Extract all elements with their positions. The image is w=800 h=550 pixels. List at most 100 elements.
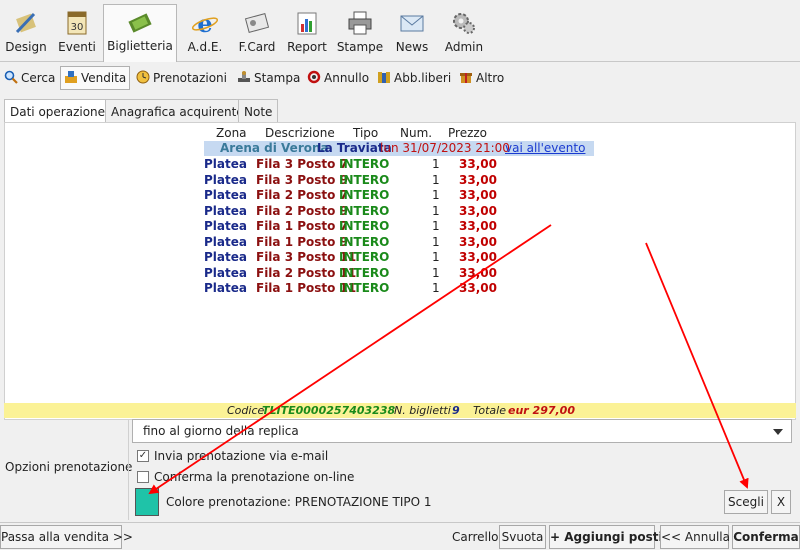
cell-descrizione: Fila 3 Posto 7 (256, 157, 348, 171)
table-row[interactable]: Platea Fila 1 Posto 11 INTERO 1 33,00 (5, 281, 605, 296)
cell-zona: Platea (204, 203, 247, 218)
hand-sale-icon (64, 69, 78, 83)
cell-tipo: INTERO (339, 172, 390, 187)
table-row[interactable]: Platea Fila 3 Posto 7 INTERO 1 33,00 (5, 157, 605, 172)
cell-zona: Platea (204, 188, 247, 202)
toolbar-admin-button[interactable]: Admin (442, 6, 486, 58)
magnifier-icon (4, 70, 18, 84)
operation-tabs: Dati operazione Anagrafica acquirente No… (0, 99, 800, 124)
clear-color-button[interactable]: X (771, 490, 791, 514)
altro-button[interactable]: Altro (459, 68, 504, 88)
email-checkbox-label: Invia prenotazione via e-mail (154, 449, 329, 463)
table-row[interactable]: Platea Fila 2 Posto 9 INTERO 1 33,00 (5, 204, 605, 219)
toolbar-report-button[interactable]: Report (286, 6, 328, 58)
cerca-button[interactable]: Cerca (4, 68, 55, 88)
passa-alla-vendita-button[interactable]: Passa alla vendita >> (0, 525, 133, 549)
column-header-prezzo: Prezzo (448, 126, 488, 140)
cell-descrizione: Fila 2 Posto 9 (256, 203, 348, 218)
event-link[interactable]: vai all'evento (505, 141, 585, 156)
codice-value: TLITE0000257403238 (262, 404, 396, 417)
internet-explorer-icon: e (191, 9, 219, 38)
toolbar-biglietteria-button[interactable]: Biglietteria (103, 4, 177, 62)
aggiungi-posti-button[interactable]: + Aggiungi posti (549, 525, 663, 549)
toolbar-fcard-button[interactable]: F.Card (236, 6, 278, 58)
tab-anagrafica-acquirente[interactable]: Anagrafica acquirente (105, 99, 250, 123)
cell-prezzo: 33,00 (459, 234, 497, 249)
abb-liberi-button[interactable]: Abb.liberi (377, 68, 451, 88)
table-row[interactable]: Platea Fila 1 Posto 7 INTERO 1 33,00 (5, 219, 605, 234)
summary-bar: Codice TLITE0000257403238 N. biglietti 9… (4, 403, 796, 418)
stamp-icon (237, 70, 251, 84)
event-datetime: lun 31/07/2023 21:00 (380, 141, 510, 155)
conferma-button[interactable]: Conferma (732, 525, 800, 549)
cell-tipo: INTERO (339, 234, 390, 249)
cell-descrizione: Fila 2 Posto 7 (256, 188, 348, 202)
column-header-tipo: Tipo (353, 126, 379, 140)
cell-num: 1 (432, 234, 440, 249)
cell-zona: Platea (204, 234, 247, 249)
toolbar-design-button[interactable]: Design (4, 6, 48, 58)
color-label: Colore prenotazione: PRENOTAZIONE TIPO 1 (166, 495, 432, 509)
table-row[interactable]: Platea Fila 2 Posto 7 INTERO 1 33,00 (5, 188, 605, 203)
booking-table: Zona Descrizione Tipo Num. Prezzo Arena … (4, 122, 796, 420)
cell-zona: Platea (204, 157, 247, 171)
cell-tipo: INTERO (339, 188, 390, 202)
cell-prezzo: 33,00 (459, 265, 497, 280)
cell-zona: Platea (204, 219, 247, 233)
toolbar-news-button[interactable]: News (392, 6, 432, 58)
pencil-ruler-icon (12, 10, 40, 36)
svuota-button[interactable]: Svuota (499, 525, 546, 549)
cell-num: 1 (432, 281, 440, 295)
online-checkbox[interactable] (137, 471, 149, 483)
scadenza-select[interactable]: fino al giorno della replica (132, 419, 792, 443)
cell-prezzo: 33,00 (459, 203, 497, 218)
cell-prezzo: 33,00 (459, 188, 497, 202)
toolbar-stampe-button[interactable]: Stampe (336, 6, 384, 58)
cell-descrizione: Fila 1 Posto 7 (256, 219, 348, 233)
sub-toolbar: Cerca Vendita Prenotazioni Stampa Annull… (0, 63, 800, 91)
annullo-button[interactable]: Annullo (307, 68, 369, 88)
table-row[interactable]: Platea Fila 2 Posto 11 INTERO 1 33,00 (5, 266, 605, 281)
table-row[interactable]: Platea Fila 3 Posto 9 INTERO 1 33,00 (5, 173, 605, 188)
cell-tipo: INTERO (339, 157, 390, 171)
toolbar-eventi-button[interactable]: 30 Eventi (56, 6, 98, 58)
cell-descrizione: Fila 3 Posto 9 (256, 172, 348, 187)
tab-dati-operazione[interactable]: Dati operazione (4, 99, 112, 124)
cell-prezzo: 33,00 (459, 172, 497, 187)
cell-zona: Platea (204, 281, 247, 295)
cell-zona: Platea (204, 250, 247, 264)
calendar-30-icon: 30 (63, 10, 91, 36)
toolbar-ade-button[interactable]: e A.d.E. (184, 6, 226, 58)
ticket-icon (126, 9, 154, 35)
stampa-button[interactable]: Stampa (237, 68, 300, 88)
totale-label: Totale (473, 404, 506, 417)
carrello-label: Carrello (452, 530, 499, 544)
tickets-icon (377, 70, 391, 84)
email-checkbox[interactable]: ✓ (137, 450, 149, 462)
cell-prezzo: 33,00 (459, 219, 497, 233)
cell-num: 1 (432, 172, 440, 187)
biglietti-value: 9 (452, 404, 460, 417)
card-icon (243, 10, 271, 36)
table-row[interactable]: Platea Fila 3 Posto 11 INTERO 1 33,00 (5, 250, 605, 265)
gift-icon (459, 70, 473, 84)
annulla-button[interactable]: << Annulla (660, 525, 730, 549)
cell-num: 1 (432, 188, 440, 202)
printer-icon (346, 10, 374, 36)
cell-num: 1 (432, 203, 440, 218)
vendita-button[interactable]: Vendita (60, 66, 131, 90)
table-row[interactable]: Platea Fila 1 Posto 9 INTERO 1 33,00 (5, 235, 605, 250)
event-venue: Arena di Verona (220, 141, 329, 155)
gears-icon (450, 10, 478, 36)
cell-num: 1 (432, 219, 440, 233)
prenotazioni-button[interactable]: Prenotazioni (136, 68, 227, 88)
cell-tipo: INTERO (339, 250, 390, 264)
svg-text:e: e (197, 10, 212, 36)
cell-zona: Platea (204, 172, 247, 187)
cell-descrizione: Fila 1 Posto 9 (256, 234, 348, 249)
main-toolbar: Design 30 Eventi Biglietteria e A.d.E. F… (0, 0, 800, 62)
column-header-zona: Zona (216, 126, 247, 140)
tab-note[interactable]: Note (238, 99, 279, 123)
color-swatch (135, 488, 159, 516)
scegli-button[interactable]: Scegli (724, 490, 768, 514)
